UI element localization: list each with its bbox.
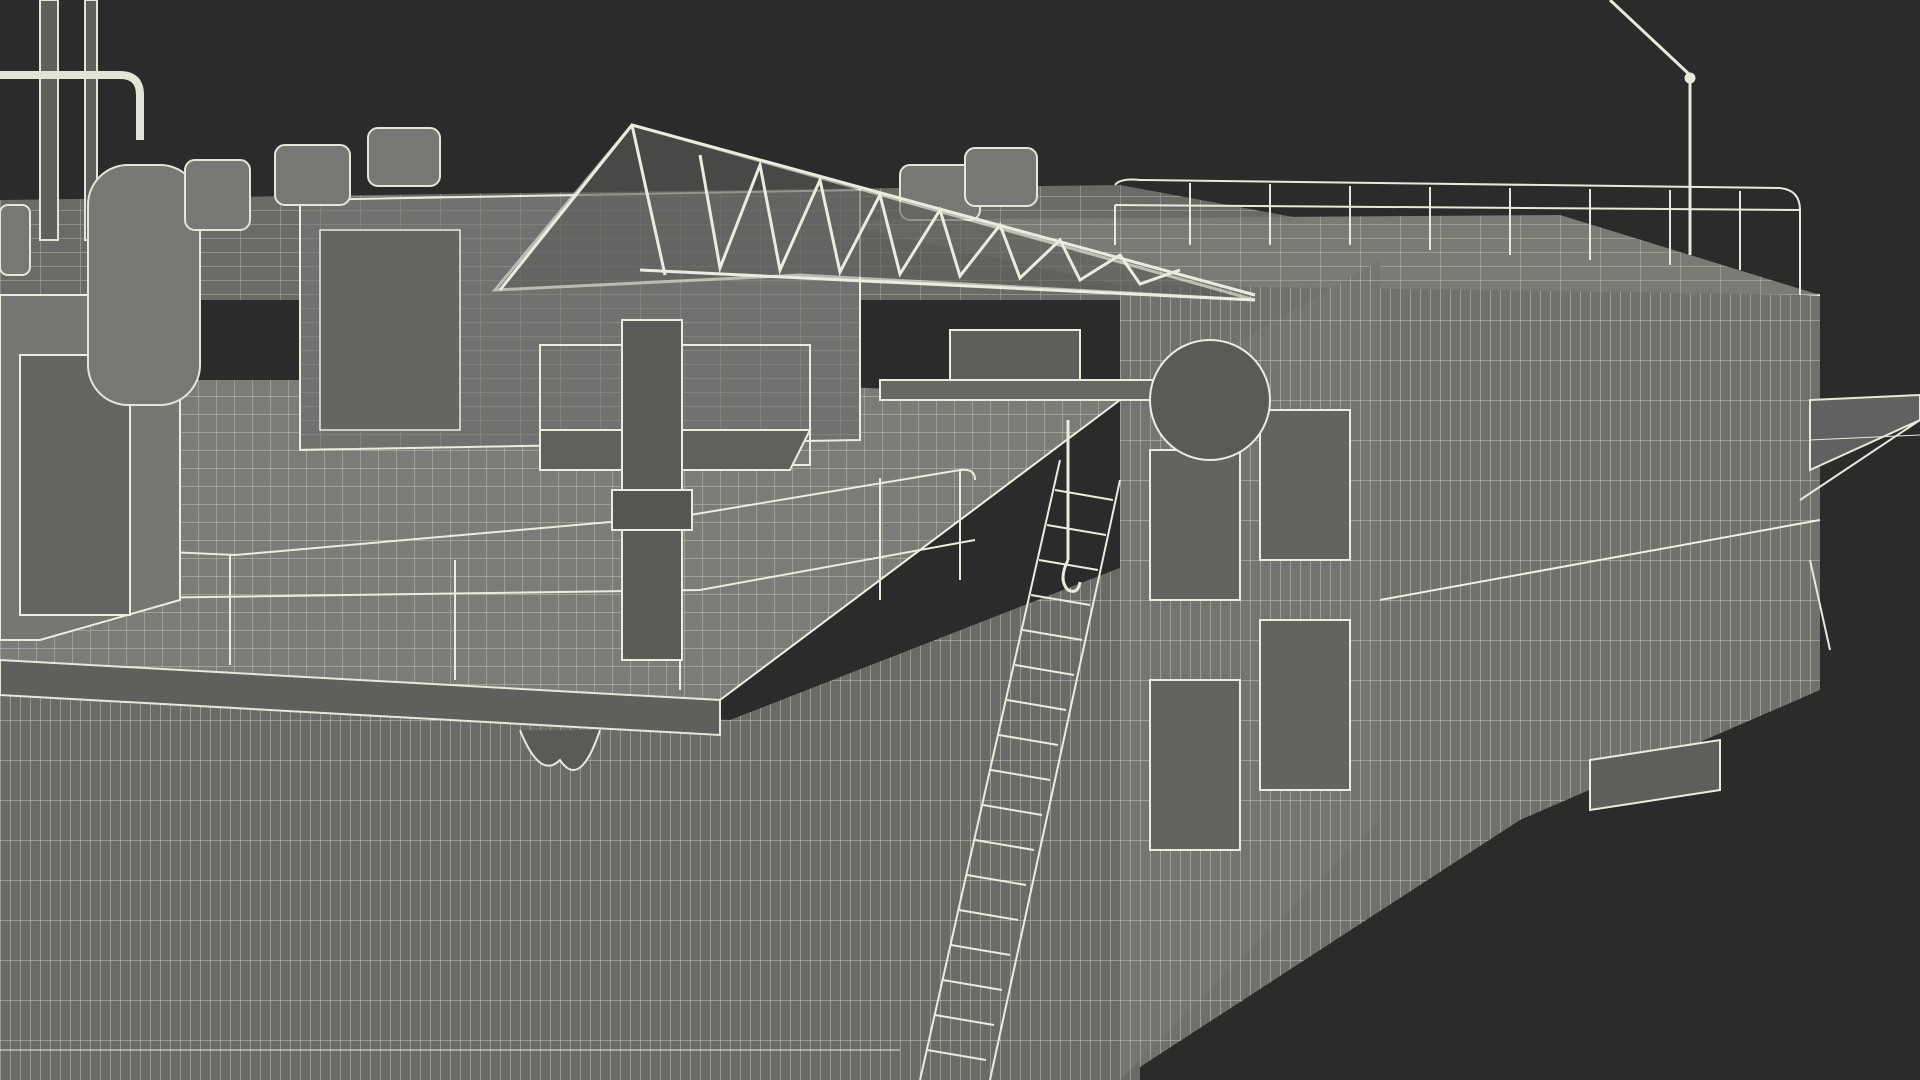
antenna-mast [1608,0,1696,255]
3d-viewport[interactable] [0,0,1920,1080]
wireframe-scene [0,0,1920,1080]
crane-column [611,319,693,661]
